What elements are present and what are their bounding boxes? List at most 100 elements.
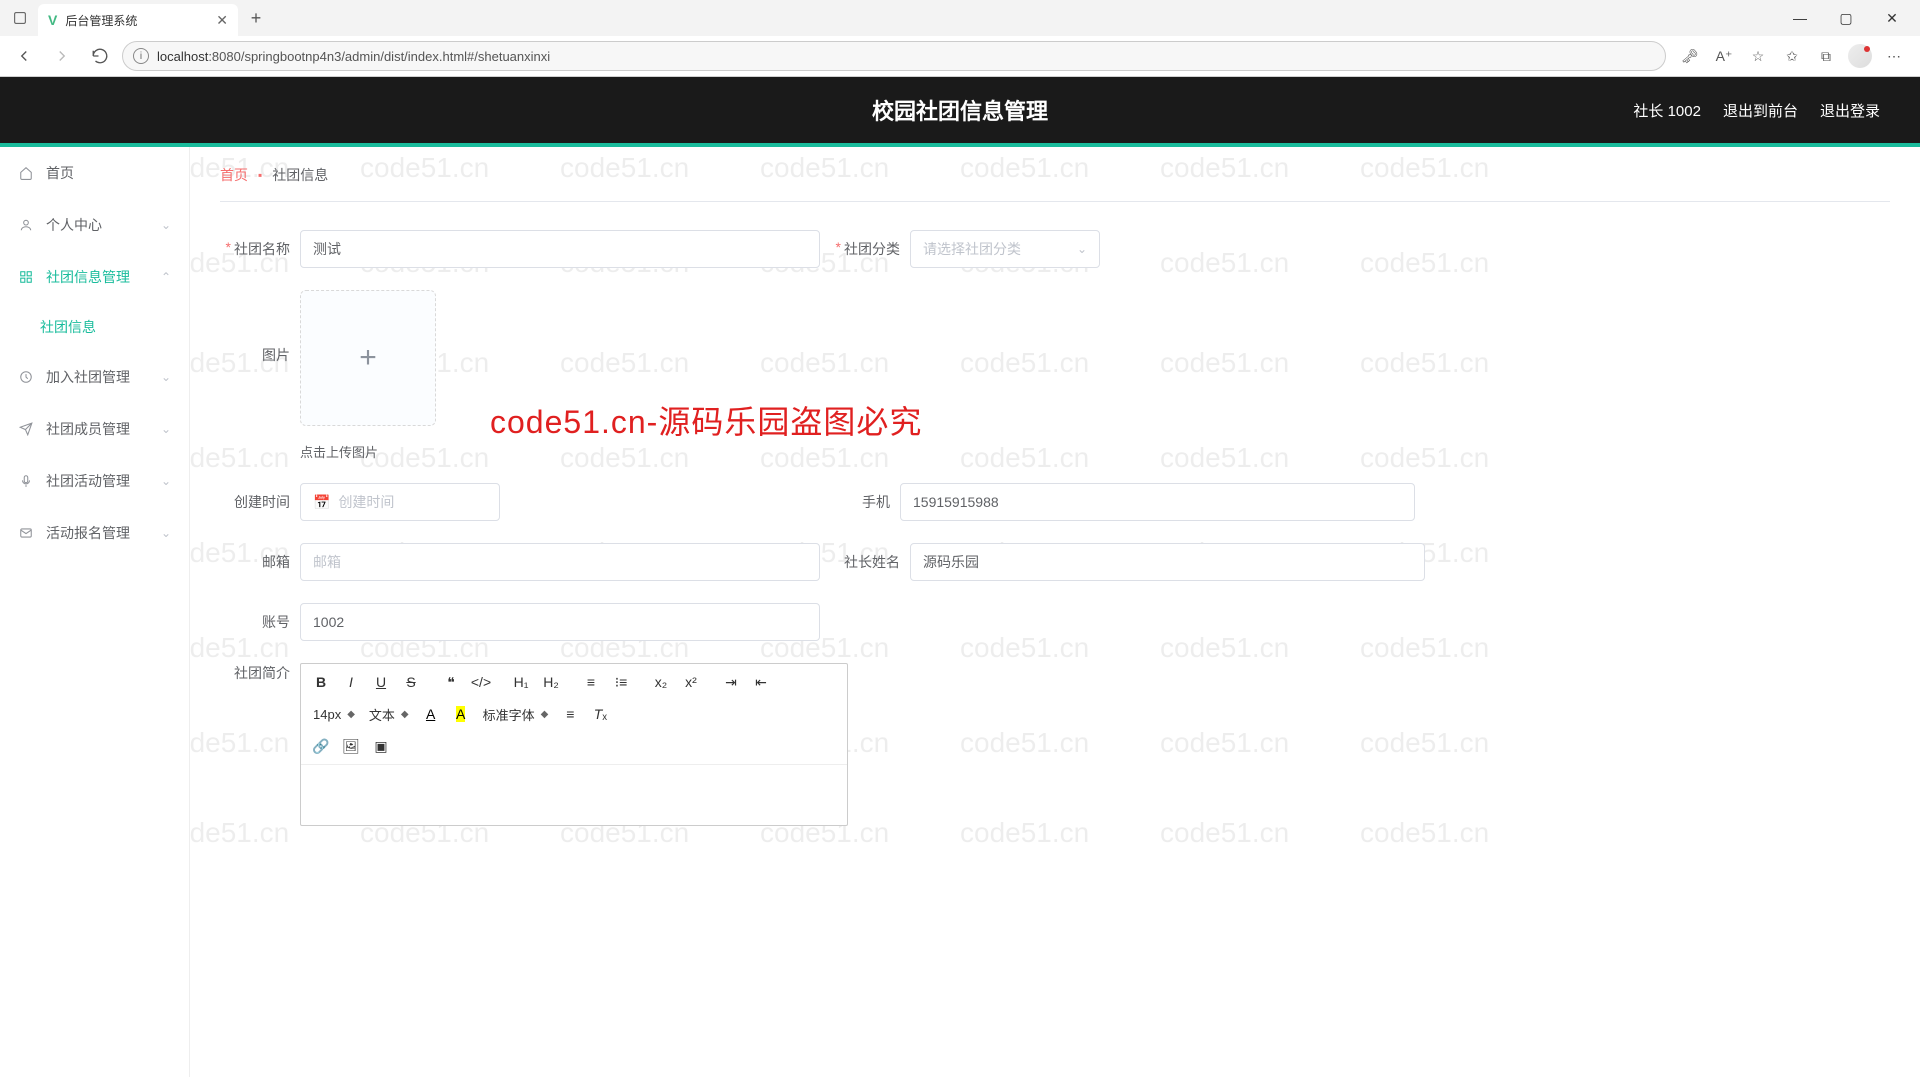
editor-body[interactable] <box>301 765 847 825</box>
bullet-list-button[interactable]: ⁝≡ <box>607 668 635 696</box>
address-bar-actions: 🗝 A⁺ ☆ ✩ ⧉ ⋯ <box>1672 44 1912 68</box>
chevron-down-icon: ⌄ <box>161 474 171 488</box>
mic-icon <box>18 473 34 489</box>
favorite-icon[interactable]: ☆ <box>1746 44 1770 68</box>
chevron-down-icon: ⌄ <box>161 218 171 232</box>
sidebar-item-label: 活动报名管理 <box>46 523 149 543</box>
create-time-input[interactable]: 📅 创建时间 <box>300 483 500 521</box>
main-content: code51.cn-源码乐园盗图必究 首页 ▪ 社团信息 *社团名称 *社团分类… <box>190 147 1920 1077</box>
subscript-button[interactable]: x₂ <box>647 668 675 696</box>
email-input[interactable] <box>300 543 820 581</box>
underline-button[interactable]: U <box>367 668 395 696</box>
forward-button[interactable] <box>46 40 78 72</box>
leader-input[interactable] <box>910 543 1425 581</box>
sidebar-sub-item-club-info[interactable]: 社团信息 <box>0 303 189 351</box>
breadcrumb-sep-icon: ▪ <box>258 168 262 182</box>
sidebar-item-label: 加入社团管理 <box>46 367 149 387</box>
create-time-label: 创建时间 <box>220 492 290 512</box>
italic-button[interactable]: I <box>337 668 365 696</box>
superscript-button[interactable]: x² <box>677 668 705 696</box>
h1-button[interactable]: H₁ <box>507 668 535 696</box>
tab-list-button[interactable] <box>6 4 34 32</box>
image-button[interactable]: 🖼 <box>337 732 365 760</box>
sidebar-item-label: 首页 <box>46 163 171 183</box>
video-button[interactable]: ▣ <box>367 732 395 760</box>
profile-avatar-icon[interactable] <box>1848 44 1872 68</box>
h2-button[interactable]: H₂ <box>537 668 565 696</box>
leader-label: 社长姓名 <box>830 552 900 572</box>
outdent-button[interactable]: ⇤ <box>747 668 775 696</box>
sidebar-item-profile[interactable]: 个人中心 ⌄ <box>0 199 189 251</box>
upload-button[interactable]: + <box>300 290 436 426</box>
clock-icon <box>18 369 34 385</box>
plus-icon: + <box>359 341 377 375</box>
breadcrumb: 首页 ▪ 社团信息 <box>220 165 1890 202</box>
new-tab-button[interactable]: + <box>242 8 270 29</box>
upload-tip: 点击上传图片 <box>300 442 436 461</box>
chevron-down-icon: ⌄ <box>1077 242 1087 256</box>
sidebar-item-members[interactable]: 社团成员管理 ⌄ <box>0 403 189 455</box>
exit-front-button[interactable]: 退出到前台 <box>1723 100 1798 121</box>
maximize-button[interactable]: ▢ <box>1824 2 1868 34</box>
indent-button[interactable]: ⇥ <box>717 668 745 696</box>
password-icon[interactable]: 🗝 <box>1678 44 1702 68</box>
name-input[interactable] <box>300 230 820 268</box>
site-info-icon[interactable]: i <box>133 48 149 64</box>
url-input[interactable]: i localhost:8080/springbootnp4n3/admin/d… <box>122 41 1666 71</box>
minimize-button[interactable]: — <box>1778 2 1822 34</box>
browser-tab[interactable]: V 后台管理系统 ✕ <box>38 4 238 36</box>
bold-button[interactable]: B <box>307 668 335 696</box>
account-input[interactable] <box>300 603 820 641</box>
user-label[interactable]: 社长 1002 <box>1633 100 1701 121</box>
user-icon <box>18 217 34 233</box>
grid-icon <box>18 269 34 285</box>
category-placeholder: 请选择社团分类 <box>923 239 1021 259</box>
ordered-list-button[interactable]: ≡ <box>577 668 605 696</box>
app-title: 校园社团信息管理 <box>872 94 1048 126</box>
home-icon <box>18 165 34 181</box>
close-window-button[interactable]: ✕ <box>1870 2 1914 34</box>
tab-title: 后台管理系统 <box>65 12 208 29</box>
editor-toolbar: B I U S ❝ </> H₁ H₂ ≡ ⁝≡ x₂ <box>301 664 847 765</box>
phone-input[interactable] <box>900 483 1415 521</box>
back-button[interactable] <box>8 40 40 72</box>
align-button[interactable]: ≡ <box>556 700 584 728</box>
code-button[interactable]: </> <box>467 668 495 696</box>
url-text: localhost:8080/springbootnp4n3/admin/dis… <box>157 49 550 64</box>
create-time-placeholder: 创建时间 <box>338 492 394 512</box>
image-label: 图片 <box>220 345 290 365</box>
tab-close-button[interactable]: ✕ <box>216 12 228 29</box>
breadcrumb-home[interactable]: 首页 <box>220 165 248 185</box>
chevron-up-icon: ⌃ <box>161 270 171 284</box>
chevron-down-icon: ⌄ <box>161 422 171 436</box>
read-aloud-icon[interactable]: A⁺ <box>1712 44 1736 68</box>
sidebar-item-label: 社团成员管理 <box>46 419 149 439</box>
account-label: 账号 <box>220 612 290 632</box>
text-color-button[interactable]: A <box>417 700 445 728</box>
highlight-button[interactable]: A <box>447 700 475 728</box>
sidebar-item-activities[interactable]: 社团活动管理 ⌄ <box>0 455 189 507</box>
sidebar-item-club-info[interactable]: 社团信息管理 ⌃ <box>0 251 189 303</box>
text-style-select[interactable]: 文本◆ <box>363 700 415 728</box>
chevron-down-icon: ⌄ <box>161 370 171 384</box>
font-family-select[interactable]: 标准字体◆ <box>477 700 555 728</box>
link-button[interactable]: 🔗 <box>307 732 335 760</box>
sidebar-item-join-club[interactable]: 加入社团管理 ⌄ <box>0 351 189 403</box>
category-select[interactable]: 请选择社团分类 ⌄ <box>910 230 1100 268</box>
clear-format-button[interactable]: Tₓ <box>586 700 614 728</box>
strike-button[interactable]: S <box>397 668 425 696</box>
header-actions: 社长 1002 退出到前台 退出登录 <box>1633 100 1880 121</box>
more-menu-icon[interactable]: ⋯ <box>1882 44 1906 68</box>
sidebar-sub-label: 社团信息 <box>40 317 96 337</box>
reload-button[interactable] <box>84 40 116 72</box>
favicon-icon: V <box>48 12 57 28</box>
sidebar-item-registration[interactable]: 活动报名管理 ⌄ <box>0 507 189 559</box>
favorites-bar-icon[interactable]: ✩ <box>1780 44 1804 68</box>
quote-button[interactable]: ❝ <box>437 668 465 696</box>
collections-icon[interactable]: ⧉ <box>1814 44 1838 68</box>
sidebar-item-label: 个人中心 <box>46 215 149 235</box>
logout-button[interactable]: 退出登录 <box>1820 100 1880 121</box>
address-bar: i localhost:8080/springbootnp4n3/admin/d… <box>0 36 1920 76</box>
font-size-select[interactable]: 14px◆ <box>307 700 361 728</box>
sidebar-item-home[interactable]: 首页 <box>0 147 189 199</box>
